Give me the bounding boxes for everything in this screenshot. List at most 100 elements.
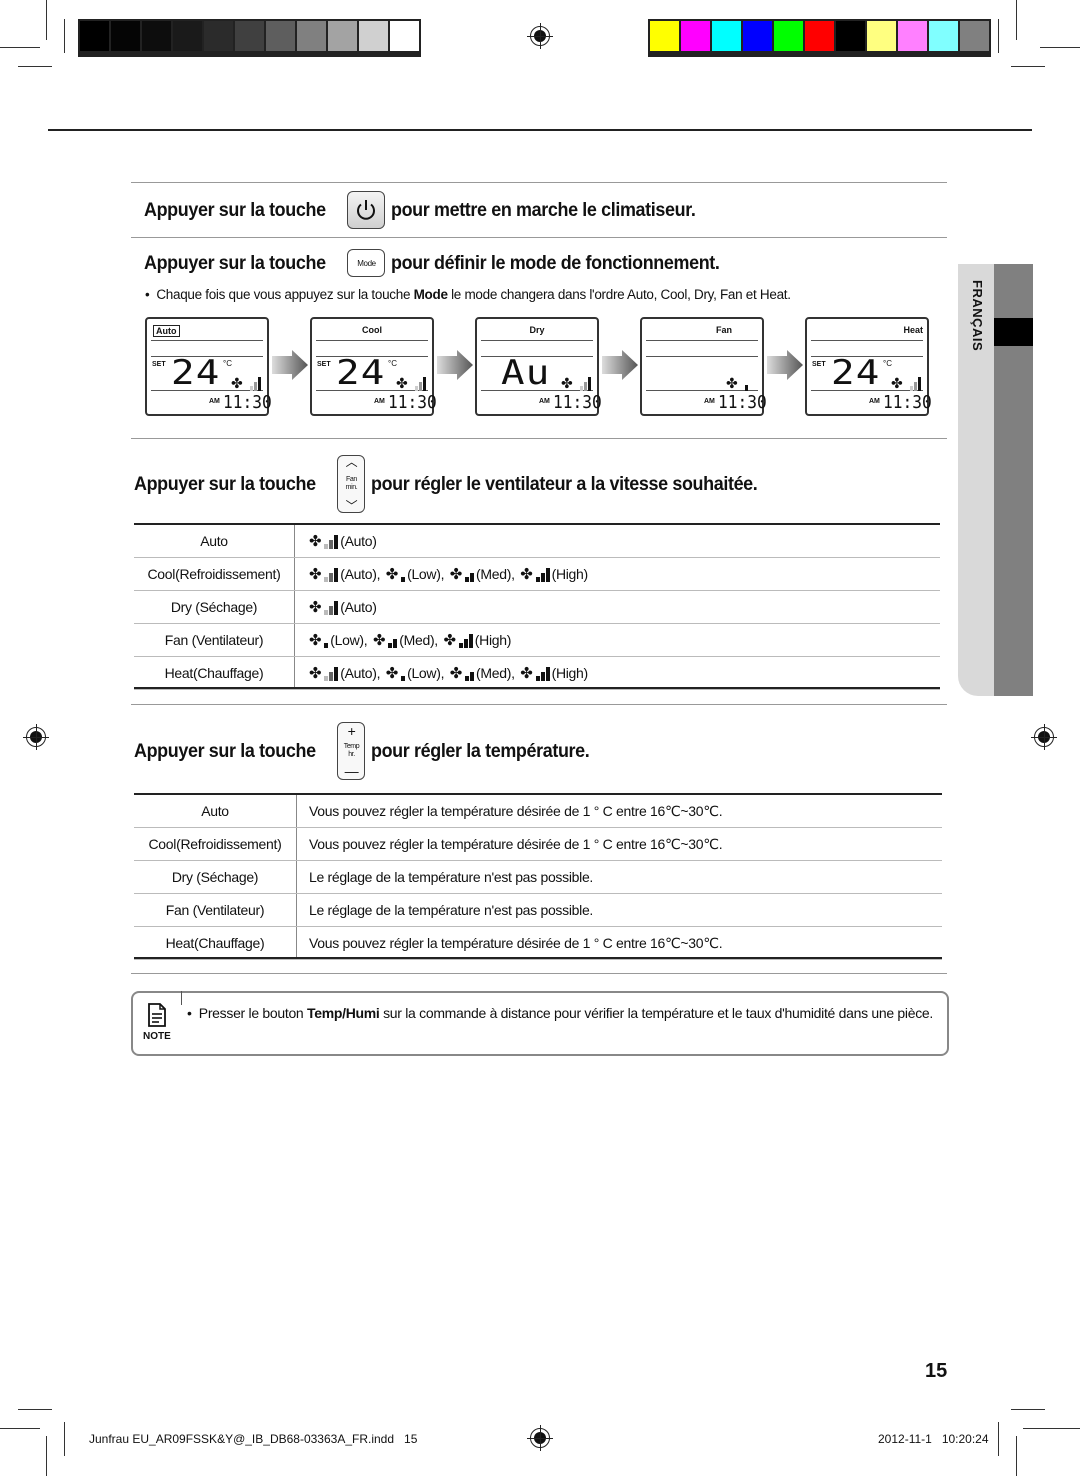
crop-mark <box>1011 66 1045 67</box>
color-swatch <box>266 21 295 51</box>
mode-cell: Dry (Séchage) <box>134 860 297 894</box>
note-text-post: sur la commande à distance pour vérifier… <box>379 1005 933 1021</box>
crop-mark <box>1040 47 1080 48</box>
fan-speed-label: (Auto) <box>340 532 377 549</box>
lcd-am-label: AM <box>539 398 550 405</box>
lcd-am-label: AM <box>869 398 880 405</box>
fan-key-top: Fan <box>346 476 357 483</box>
color-swatch <box>80 21 109 51</box>
page-number: 15 <box>925 1360 948 1382</box>
registration-mark-icon <box>23 724 49 750</box>
color-swatch <box>173 21 202 51</box>
color-swatch <box>359 21 388 51</box>
mode-instruction-suffix: pour définir le mode de fonctionnement. <box>391 251 721 274</box>
lcd-clock: 11:30 <box>718 392 767 413</box>
mode-cell: Fan (Ventilateur) <box>134 893 297 927</box>
fan-speed-label: (Low), <box>407 664 448 681</box>
fan-speed-label: (Med), <box>476 565 519 582</box>
temp-instruction-suffix: pour régler la température. <box>371 739 590 762</box>
lcd-fan-speed-bars <box>580 377 591 391</box>
color-swatch <box>681 21 710 51</box>
lcd-temperature: Au <box>501 353 551 393</box>
fan-speed-cell: ✤ (Low), ✤ (Med), ✤ (High) <box>294 623 940 657</box>
fan-speed-label: (Auto) <box>340 598 377 615</box>
color-swatch <box>774 21 803 51</box>
fan-speed-high-icon: ✤ <box>520 567 550 583</box>
next-arrow-icon <box>602 350 638 380</box>
power-key-button <box>347 191 386 229</box>
footer-datetime: 2012-11-1 10:20:24 <box>878 1432 989 1446</box>
power-instruction: Appuyer sur la touche pour mettre en mar… <box>144 191 722 229</box>
lcd-am-label: AM <box>209 398 220 405</box>
lcd-set-label: SET <box>152 361 166 368</box>
fan-speed-high-icon: ✤ <box>444 633 473 649</box>
table-row: Auto Vous pouvez régler la température dé… <box>134 795 942 828</box>
temp-instruction-prefix: Appuyer sur la touche <box>134 739 316 762</box>
temperature-description-cell: Le réglage de la température n'est pas p… <box>296 893 942 927</box>
grayscale-calibration-bar <box>78 19 421 57</box>
mode-cell: Auto <box>134 525 295 558</box>
lcd-unit: °C <box>883 359 892 368</box>
lcd-unit: °C <box>223 359 232 368</box>
fan-speed-med-icon: ✤ <box>373 633 398 649</box>
lcd-mode-label: Heat <box>903 325 923 335</box>
fan-speed-cell: ✤ (Auto) <box>294 525 940 558</box>
lcd-clock: 11:30 <box>223 392 272 413</box>
lcd-mode-label: Auto <box>153 325 180 337</box>
fan-speed-auto-icon: ✤ <box>309 534 339 550</box>
next-arrow-icon <box>767 350 803 380</box>
lcd-display-auto: Auto SET 24 °C ✤ AM 11:30 <box>145 317 272 416</box>
fan-speed-label: (High) <box>551 664 589 681</box>
registration-mark-icon <box>527 1425 553 1451</box>
lcd-mode-label: Cool <box>362 325 382 335</box>
next-arrow-icon <box>437 350 473 380</box>
temp-key-top: Temp <box>343 743 360 750</box>
crop-mark <box>18 66 52 67</box>
section-divider <box>131 237 947 238</box>
lcd-mode-label: Dry <box>529 325 545 335</box>
power-instruction-suffix: pour mettre en marche le climatiseur. <box>391 198 696 221</box>
crop-mark <box>1016 0 1017 40</box>
fan-speed-med-icon: ✤ <box>450 567 475 583</box>
table-row: Fan (Ventilateur) ✤ (Low), ✤ (Med), ✤ (High) <box>134 623 940 657</box>
color-swatch <box>328 21 357 51</box>
lcd-fan-speed-bars <box>250 377 261 391</box>
bullet-text: Chaque fois que vous appuyez sur la touc… <box>156 287 414 302</box>
color-swatch <box>929 21 958 51</box>
fan-speed-auto-icon: ✤ <box>309 567 339 583</box>
table-row: Cool(Refroidissement) Vous pouvez régler … <box>134 827 942 861</box>
temperature-table: Auto Vous pouvez régler la température dé… <box>134 795 942 960</box>
fan-instruction: Appuyer sur la touche ︿ Fan min. ﹀ pour r… <box>134 455 792 513</box>
fan-speed-cell: ✤ (Auto), ✤ (Low), ✤ (Med), ✤ (High) <box>294 656 940 690</box>
plus-icon: + <box>347 723 356 739</box>
lcd-fan-speed-bars <box>745 377 748 391</box>
crop-mark <box>998 1422 999 1456</box>
color-swatch <box>836 21 865 51</box>
bullet-bold: Mode <box>413 287 448 302</box>
note-tick <box>181 991 182 1005</box>
header-rule <box>48 129 1032 131</box>
mode-cell: Auto <box>134 795 297 828</box>
note-label: NOTE <box>143 1031 171 1042</box>
fan-speed-med-icon: ✤ <box>450 666 475 682</box>
table-row: Heat(Chauffage) Vous pouvez régler la tem… <box>134 926 942 960</box>
section-divider <box>131 438 947 439</box>
lcd-fan-icon: ✤ <box>396 375 408 391</box>
fan-speed-label: (Auto), <box>340 565 384 582</box>
color-swatch <box>867 21 896 51</box>
crop-mark <box>46 1436 47 1476</box>
color-swatch <box>898 21 927 51</box>
temperature-description-cell: Vous pouvez régler la température désiré… <box>296 827 942 861</box>
lcd-temperature: 24 <box>336 353 386 393</box>
mode-key-button: Mode <box>347 249 386 277</box>
table-row: Fan (Ventilateur) Le réglage de la tempér… <box>134 893 942 927</box>
temp-key-button: + Temp hr. — <box>337 722 366 780</box>
table-bottom-rule <box>134 687 940 689</box>
color-calibration-bar <box>648 19 991 57</box>
note-text-pre: Presser le bouton <box>198 1005 308 1021</box>
bullet-text: le mode changera dans l'ordre Auto, Cool… <box>447 287 791 302</box>
lcd-am-label: AM <box>704 398 715 405</box>
mode-cell: Cool(Refroidissement) <box>134 557 295 591</box>
color-swatch <box>650 21 679 51</box>
table-row: Dry (Séchage) ✤ (Auto) <box>134 590 940 624</box>
